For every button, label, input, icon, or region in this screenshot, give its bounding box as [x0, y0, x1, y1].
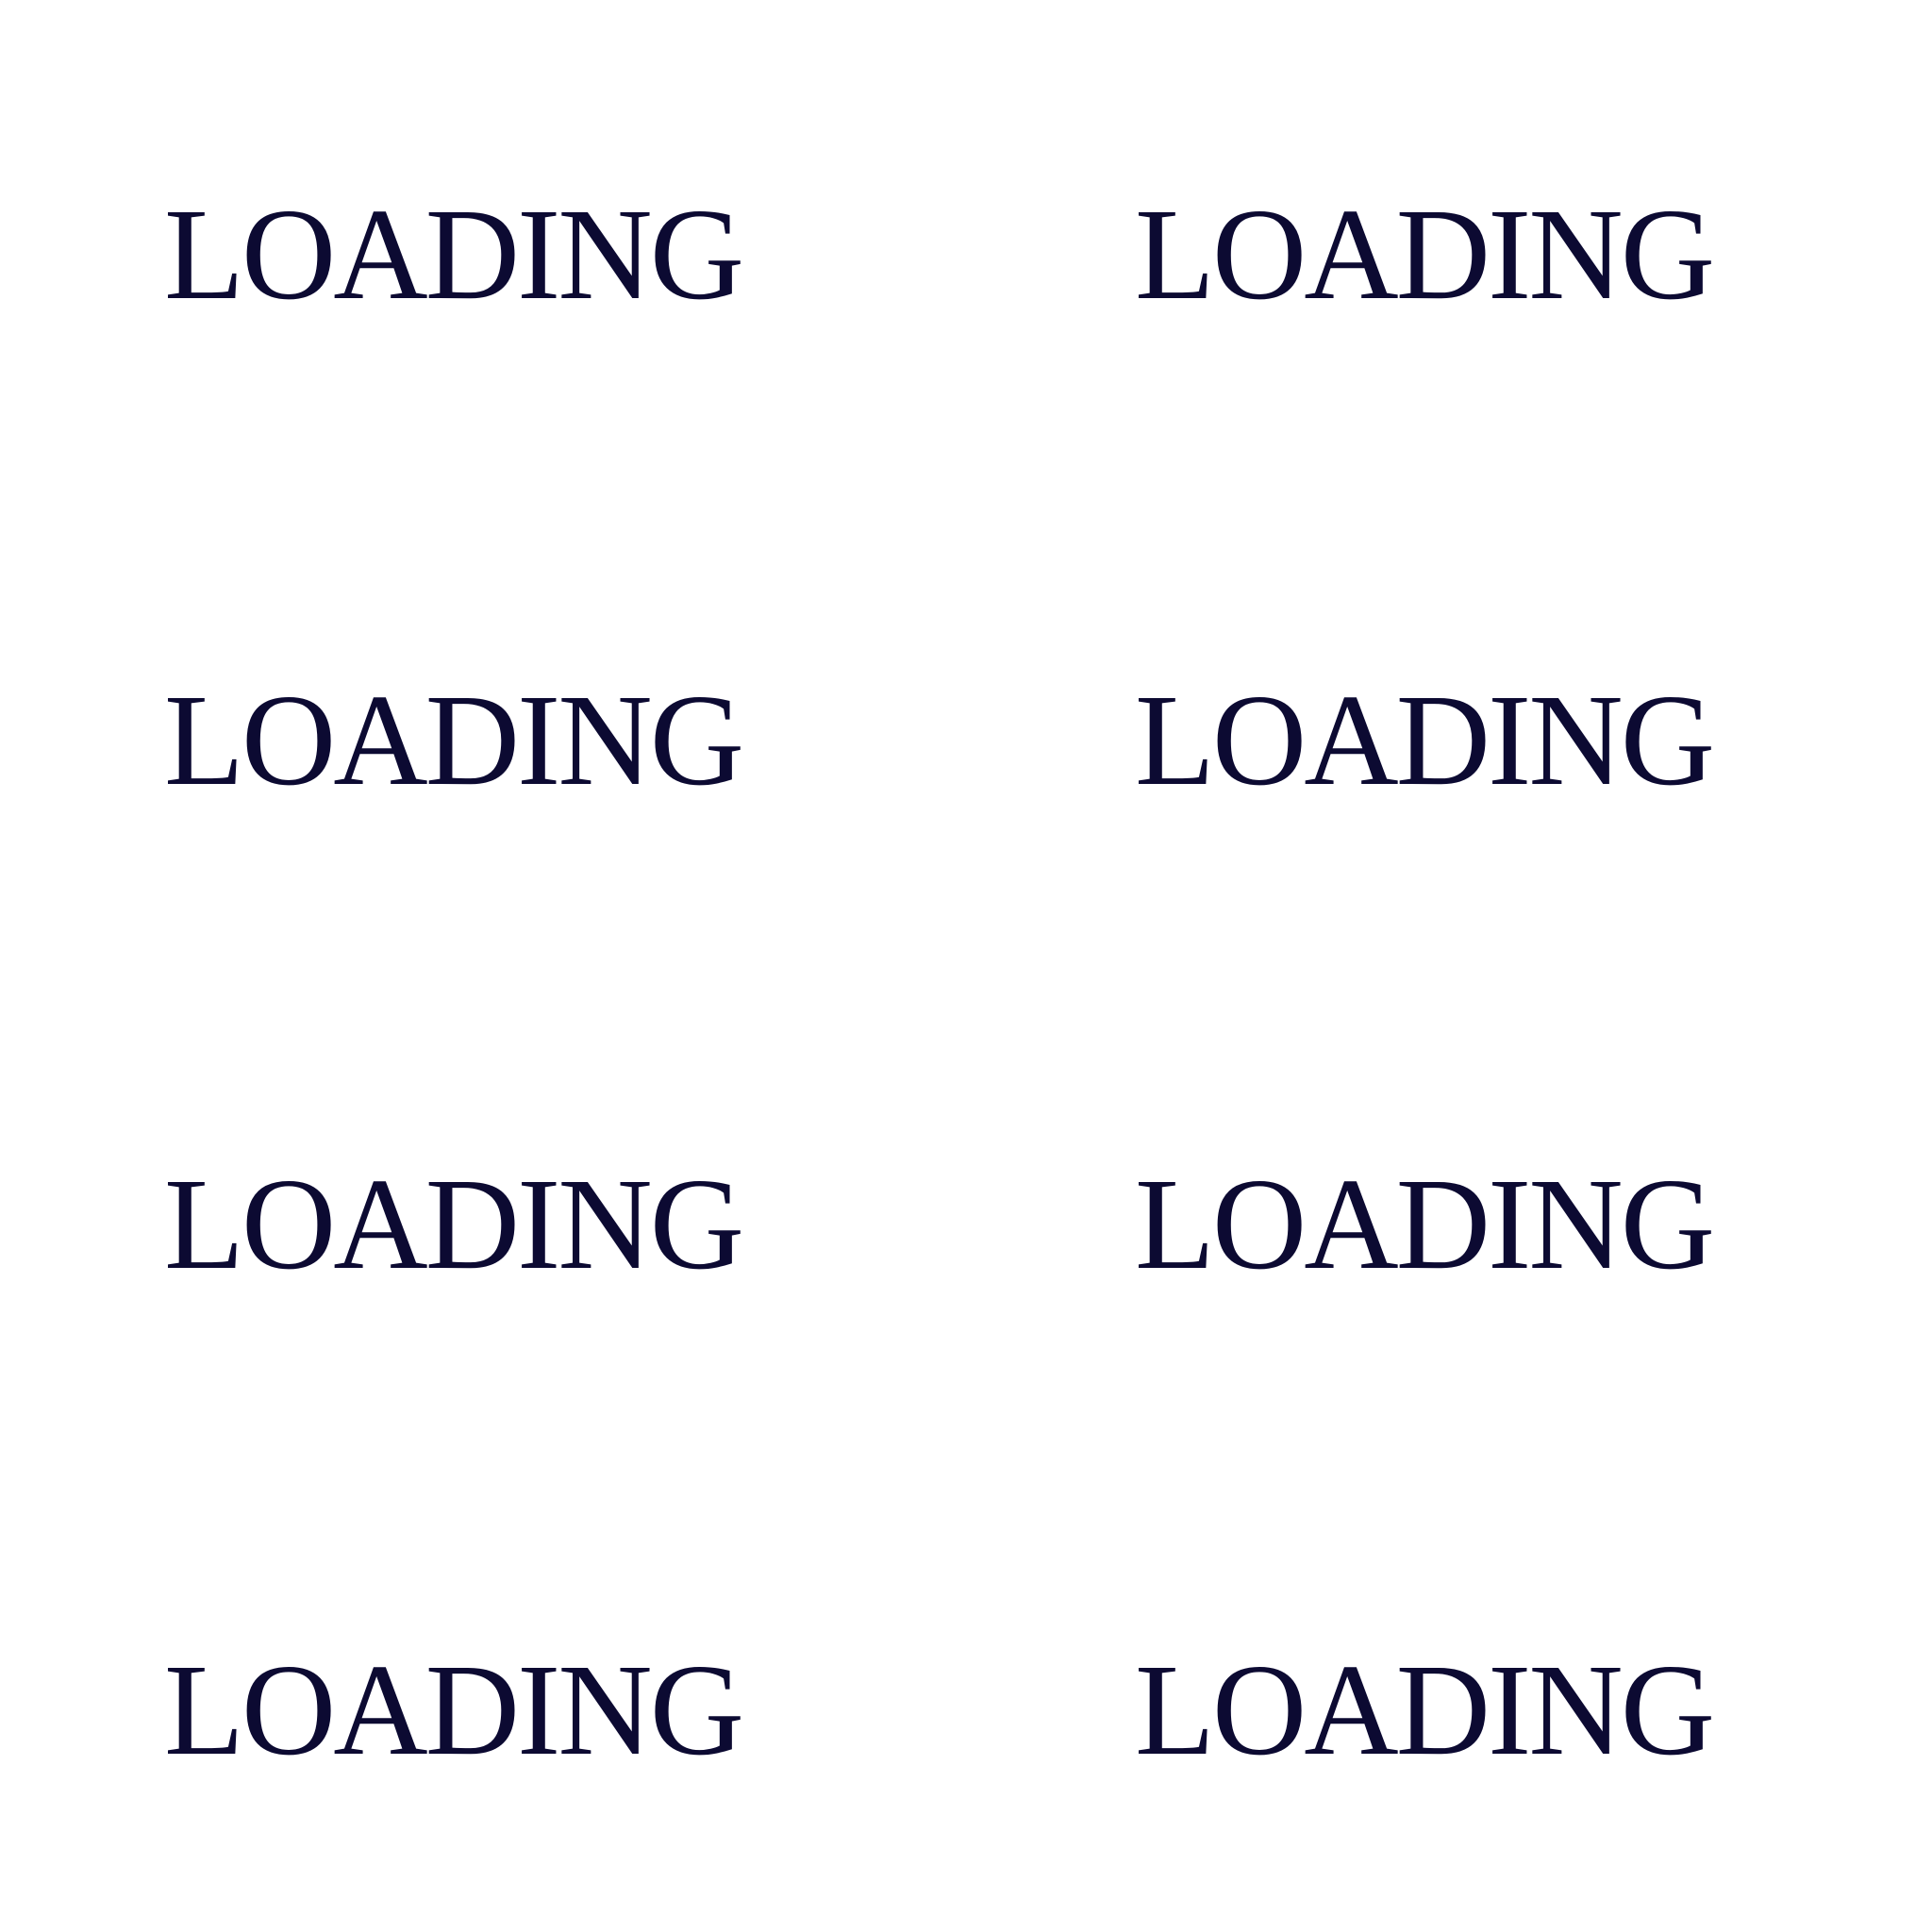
loading-label: LOADING	[164, 1637, 744, 1783]
loading-label: LOADING	[164, 1151, 744, 1297]
loading-placeholder: LOADING	[164, 675, 843, 807]
loading-placeholder: LOADING	[1135, 189, 1814, 321]
loading-placeholder: LOADING	[1135, 1644, 1814, 1776]
loading-placeholder: LOADING	[164, 189, 843, 321]
loading-placeholder: LOADING	[1135, 675, 1814, 807]
loading-label: LOADING	[1135, 1151, 1715, 1297]
loading-placeholder: LOADING	[1135, 1158, 1814, 1291]
loading-label: LOADING	[164, 667, 744, 813]
loading-placeholder: LOADING	[164, 1644, 843, 1776]
loading-placeholder-grid: LOADING LOADING LOADING LOADING LOADING …	[0, 0, 1932, 1932]
loading-label: LOADING	[1135, 1637, 1715, 1783]
loading-placeholder: LOADING	[164, 1158, 843, 1291]
loading-label: LOADING	[164, 181, 744, 327]
loading-label: LOADING	[1135, 667, 1715, 813]
loading-label: LOADING	[1135, 181, 1715, 327]
